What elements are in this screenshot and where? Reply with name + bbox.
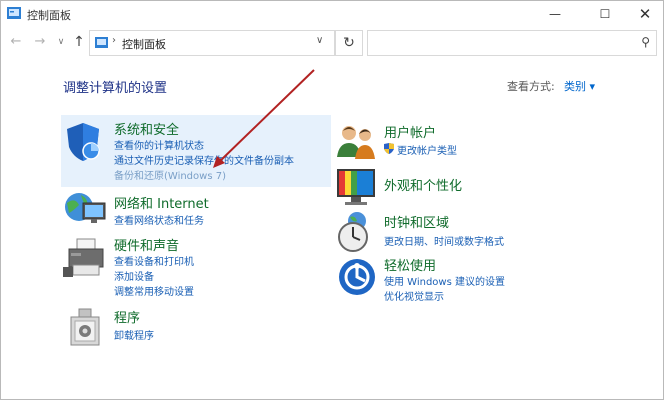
maximize-button[interactable]: ☐	[587, 1, 623, 27]
category-hardware-sound[interactable]: 硬件和声音 查看设备和打印机 添加设备 调整常用移动设置	[61, 233, 331, 301]
search-input[interactable]: ⚲	[367, 30, 657, 56]
minimize-button[interactable]: —	[537, 1, 573, 27]
category-title[interactable]: 程序	[114, 307, 140, 326]
category-link[interactable]: 更改帐户类型	[397, 142, 457, 157]
category-title[interactable]: 用户帐户	[384, 122, 436, 141]
category-user-accounts[interactable]: 用户帐户 更改帐户类型	[333, 119, 623, 161]
search-icon[interactable]: ⚲	[641, 35, 650, 49]
category-link[interactable]: 查看设备和打印机	[114, 253, 194, 268]
category-link[interactable]: 备份和还原(Windows 7)	[114, 167, 226, 182]
category-title[interactable]: 系统和安全	[114, 119, 179, 138]
up-arrow-icon[interactable]: ↑	[71, 33, 87, 51]
control-panel-icon	[7, 7, 21, 19]
category-title[interactable]: 硬件和声音	[114, 235, 179, 254]
category-title[interactable]: 网络和 Internet	[114, 193, 209, 212]
category-ease-of-access[interactable]: 轻松使用 使用 Windows 建议的设置 优化视觉显示	[333, 253, 623, 305]
category-clock-region[interactable]: 时钟和区域 更改日期、时间或数字格式	[333, 209, 623, 252]
clock-icon	[338, 212, 368, 252]
category-network-internet[interactable]: 网络和 Internet 查看网络状态和任务	[61, 189, 331, 229]
breadcrumb-item[interactable]: 控制面板	[122, 36, 166, 52]
close-button[interactable]: ✕	[627, 1, 663, 27]
category-title[interactable]: 轻松使用	[384, 255, 436, 274]
title-bar: 控制面板 — ☐ ✕	[1, 1, 663, 27]
shield-icon	[67, 123, 100, 161]
category-link[interactable]: 更改日期、时间或数字格式	[384, 233, 504, 248]
category-system-security[interactable]: 系统和安全 查看你的计算机状态 通过文件历史记录保存你的文件备份副本 备份和还原…	[61, 115, 331, 187]
view-by-dropdown[interactable]: 类别 ▾	[564, 78, 595, 94]
category-link[interactable]: 调整常用移动设置	[114, 283, 194, 298]
category-link[interactable]: 查看你的计算机状态	[114, 137, 204, 152]
forward-arrow-icon[interactable]: →	[32, 33, 48, 51]
refresh-button[interactable]: ↻	[335, 30, 363, 56]
category-link[interactable]: 卸载程序	[114, 327, 154, 342]
monitor-personalization-icon	[337, 169, 375, 205]
users-icon	[337, 126, 375, 159]
category-link[interactable]: 优化视觉显示	[384, 288, 444, 303]
breadcrumb-separator: ›	[112, 35, 116, 46]
control-panel-icon	[95, 37, 108, 48]
page-title: 调整计算机的设置	[63, 81, 168, 96]
category-link[interactable]: 通过文件历史记录保存你的文件备份副本	[114, 152, 294, 167]
recent-locations-dropdown-icon[interactable]: ∨	[53, 33, 69, 51]
navigation-bar: ← → ∨ ↑ › 控制面板 ∨ ↻ ⚲	[1, 28, 663, 58]
globe-network-icon	[65, 193, 106, 223]
chevron-down-icon[interactable]: ∨	[316, 35, 323, 46]
category-appearance-personalization[interactable]: 外观和个性化	[333, 167, 623, 207]
category-link[interactable]: 使用 Windows 建议的设置	[384, 273, 505, 288]
control-panel-window: 控制面板 — ☐ ✕ ← → ∨ ↑ › 控制面板 ∨ ↻ ⚲ 调整计算机的设置…	[0, 0, 664, 400]
category-title[interactable]: 时钟和区域	[384, 212, 449, 231]
address-bar[interactable]: › 控制面板 ∨	[89, 30, 335, 56]
programs-icon	[70, 308, 100, 346]
category-programs[interactable]: 程序 卸载程序	[61, 305, 331, 349]
back-arrow-icon[interactable]: ←	[8, 33, 24, 51]
uac-shield-icon	[384, 143, 394, 154]
category-link[interactable]: 添加设备	[114, 268, 154, 283]
accessibility-icon	[339, 259, 375, 295]
window-title: 控制面板	[27, 9, 71, 22]
view-by-label: 查看方式:	[507, 80, 555, 93]
category-title[interactable]: 外观和个性化	[384, 175, 462, 194]
category-link[interactable]: 查看网络状态和任务	[114, 212, 204, 227]
printer-icon	[63, 238, 104, 277]
